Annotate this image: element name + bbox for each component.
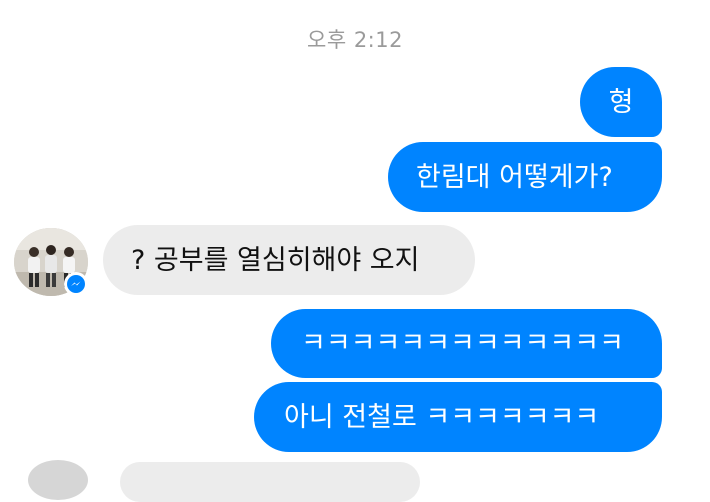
contact-avatar-partial <box>28 460 88 500</box>
outgoing-message-bubble[interactable]: ㅋㅋㅋㅋㅋㅋㅋㅋㅋㅋㅋㅋㅋ <box>271 309 662 378</box>
messenger-icon <box>67 275 85 293</box>
message-text: ? 공부를 열심히해야 오지 <box>131 244 420 276</box>
incoming-message-bubble[interactable]: ? 공부를 열심히해야 오지 <box>103 225 475 295</box>
message-text: ㅋㅋㅋㅋㅋㅋㅋㅋㅋㅋㅋㅋㅋ <box>301 328 624 359</box>
incoming-message-bubble-partial[interactable] <box>120 462 420 502</box>
outgoing-message-bubble[interactable]: 한림대 어떻게가? <box>388 142 662 212</box>
message-text: 아니 전철로 ㅋㅋㅋㅋㅋㅋㅋ <box>284 401 600 433</box>
messenger-badge <box>64 272 88 296</box>
message-timestamp: 오후 2:12 <box>307 28 403 52</box>
message-text: 한림대 어떻게가? <box>416 161 613 193</box>
message-text: 형 <box>608 86 634 118</box>
outgoing-message-bubble[interactable]: 형 <box>580 67 662 137</box>
outgoing-message-bubble[interactable]: 아니 전철로 ㅋㅋㅋㅋㅋㅋㅋ <box>254 382 662 452</box>
